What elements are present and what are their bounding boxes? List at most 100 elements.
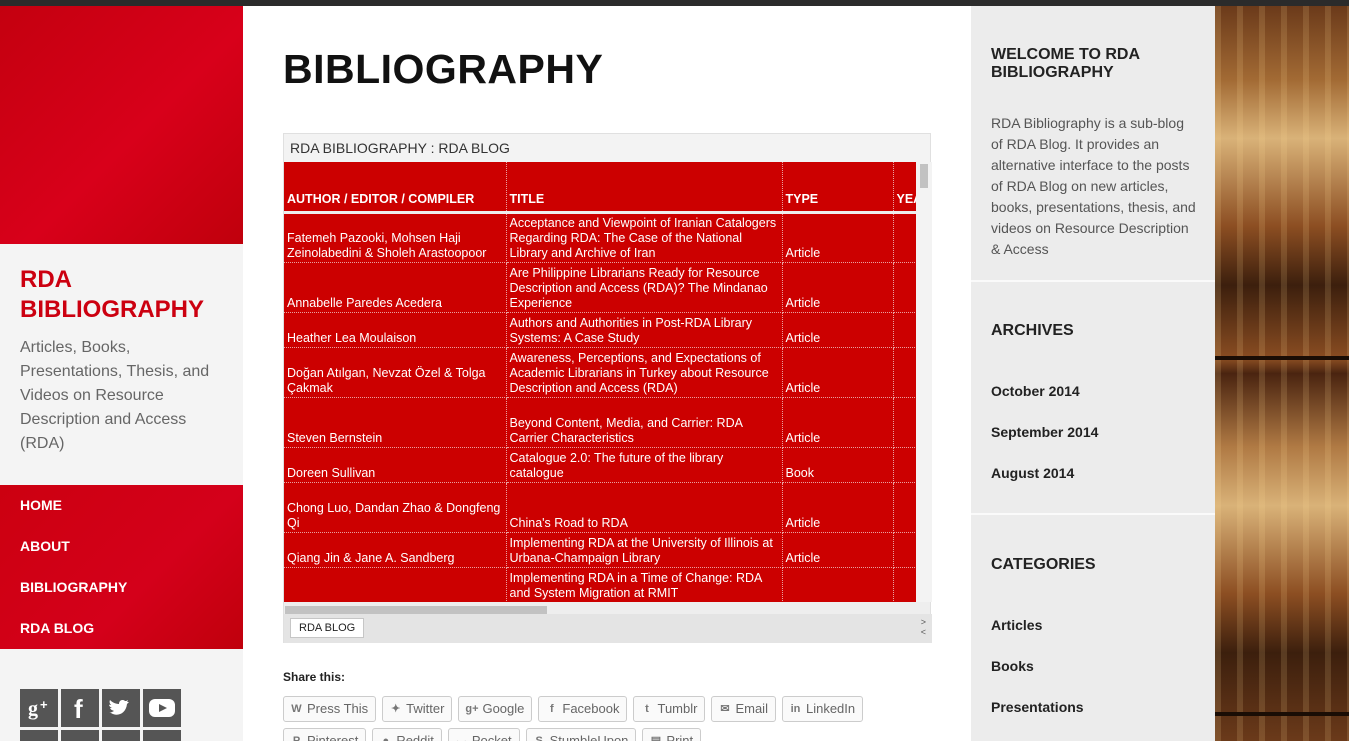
svg-text:g: g [28, 698, 38, 720]
share-button-reddit[interactable]: ● Reddit [372, 728, 442, 741]
table-row[interactable]: Fatemeh Pazooki, Mohsen Haji Zeinolabedi… [284, 212, 916, 263]
cell-year: 2014 [893, 347, 916, 398]
table-row[interactable]: Doreen Sullivan Catalogue 2.0: The future… [284, 447, 916, 483]
share-button-label: Email [735, 701, 768, 716]
archive-link[interactable]: August 2014 [991, 465, 1074, 481]
share-button-label: Pocket [471, 733, 512, 741]
share-button-stumbleupon[interactable]: S StumbleUpon [525, 728, 637, 741]
share-button-label: Twitter [406, 701, 445, 716]
share-button-google[interactable]: g+ Google [458, 696, 533, 722]
column-header-author: AUTHOR / EDITOR / COMPILER [284, 162, 507, 214]
tab-scroll-arrows[interactable]: > < [921, 617, 926, 637]
share-button-label: LinkedIn [805, 701, 856, 716]
cell-year: 2014 [893, 312, 916, 348]
photo-tile-seam [1215, 712, 1349, 716]
site-title[interactable]: RDA BIBLIOGRAPHY [20, 265, 235, 325]
vertical-scroll-thumb[interactable] [920, 164, 928, 188]
background-library-photo [1215, 6, 1349, 741]
left-sidebar: RDA BIBLIOGRAPHY Articles, Books, Presen… [0, 6, 243, 741]
svg-text:f: f [74, 695, 83, 721]
widget-divider [971, 513, 1215, 515]
social-icon-row2[interactable] [61, 730, 99, 741]
table-row[interactable]: Heather Lea Moulaison Authors and Authori… [284, 312, 916, 348]
table-row[interactable]: Implementing RDA in a Time of Change: RD… [284, 567, 916, 602]
archive-link[interactable]: October 2014 [991, 383, 1080, 399]
nav-item-bibliography[interactable]: BIBLIOGRAPHY [0, 567, 243, 608]
main-nav: HOME ABOUT BIBLIOGRAPHY RDA BLOG [0, 485, 243, 649]
page-title: BIBLIOGRAPHY [283, 46, 604, 92]
column-header-year: YEAR [893, 162, 916, 214]
cell-type: Article [782, 347, 894, 398]
cell-title: Acceptance and Viewpoint of Iranian Cata… [506, 212, 783, 263]
horizontal-scrollbar[interactable] [284, 602, 916, 614]
social-icon-row2[interactable] [20, 730, 58, 741]
cell-title: Are Philippine Librarians Ready for Reso… [506, 262, 783, 313]
twitter-icon[interactable] [102, 689, 140, 727]
wordpress-icon: W [291, 703, 302, 715]
google-plus-icon[interactable]: g + [20, 689, 58, 727]
table-row[interactable]: Steven Bernstein Beyond Content, Media, a… [284, 397, 916, 448]
cell-author: Qiang Jin & Jane A. Sandberg [284, 532, 507, 568]
cell-title: Awareness, Perceptions, and Expectations… [506, 347, 783, 398]
social-links: g + f [20, 689, 190, 741]
share-button-label: Google [482, 701, 525, 716]
social-icon-row2[interactable] [102, 730, 140, 741]
share-button-label: Reddit [396, 733, 434, 741]
sheet-tab-bar: RDA BLOG > < [284, 614, 932, 643]
share-button-print[interactable]: ▤ Print [642, 728, 702, 741]
category-link[interactable]: Presentations [991, 699, 1084, 715]
share-button-pinterest[interactable]: P Pinterest [283, 728, 367, 741]
main-content: BIBLIOGRAPHY RDA BIBLIOGRAPHY : RDA BLOG… [243, 6, 971, 741]
table-body: Fatemeh Pazooki, Mohsen Haji Zeinolabedi… [284, 212, 916, 602]
cell-type: Article [782, 397, 894, 448]
share-button-label: Print [666, 733, 694, 741]
spreadsheet-embed: RDA BIBLIOGRAPHY : RDA BLOG AUTHOR / EDI… [283, 133, 932, 643]
cell-year: 2014 [893, 532, 916, 568]
share-button-label: Pinterest [307, 733, 359, 741]
youtube-icon[interactable] [143, 689, 181, 727]
cell-year: 2014 [893, 447, 916, 483]
facebook-icon[interactable]: f [61, 689, 99, 727]
welcome-widget-title: WELCOME TO RDA BIBLIOGRAPHY [991, 46, 1140, 81]
cell-type: Article [782, 312, 894, 348]
nav-item-rda-blog[interactable]: RDA BLOG [0, 608, 243, 649]
share-label: Share this: [283, 670, 346, 684]
share-buttons-row2: P Pinterest ● Reddit ◡ Pocket S StumbleUpon ▤ Pri… [283, 728, 702, 741]
horizontal-scroll-thumb[interactable] [285, 606, 547, 614]
share-button-tumblr[interactable]: t Tumblr [633, 696, 706, 722]
social-icon-row2[interactable] [143, 730, 181, 741]
cell-year [893, 567, 916, 602]
category-link[interactable]: Articles [991, 617, 1042, 633]
cell-title: Implementing RDA at the University of Il… [506, 532, 783, 568]
share-button-twitter[interactable]: ✦ Twitter [382, 696, 453, 722]
cell-type: Article [782, 212, 894, 263]
table-row[interactable]: Chong Luo, Dandan Zhao & Dongfeng Qi Chin… [284, 482, 916, 533]
cell-author: Chong Luo, Dandan Zhao & Dongfeng Qi [284, 482, 507, 533]
share-button-email[interactable]: ✉ Email [711, 696, 776, 722]
table-row[interactable]: Doğan Atılgan, Nevzat Özel & Tolga Çakma… [284, 347, 916, 398]
cell-author: Fatemeh Pazooki, Mohsen Haji Zeinolabedi… [284, 212, 507, 263]
share-button-label: StumbleUpon [549, 733, 629, 741]
nav-item-about[interactable]: ABOUT [0, 526, 243, 567]
svg-text:+: + [40, 697, 48, 712]
email-icon: ✉ [720, 703, 730, 715]
header-banner [0, 6, 243, 244]
category-link[interactable]: Books [991, 658, 1034, 674]
archive-link[interactable]: September 2014 [991, 424, 1098, 440]
table-row[interactable]: Qiang Jin & Jane A. Sandberg Implementing… [284, 532, 916, 568]
share-button-linkedin[interactable]: in LinkedIn [781, 696, 864, 722]
spreadsheet-grid[interactable]: AUTHOR / EDITOR / COMPILER TITLE TYPE YE… [284, 162, 916, 602]
share-button-facebook[interactable]: f Facebook [538, 696, 628, 722]
spreadsheet-header: RDA BIBLIOGRAPHY : RDA BLOG [284, 134, 930, 162]
cell-author: Doğan Atılgan, Nevzat Özel & Tolga Çakma… [284, 347, 507, 398]
cell-year: 2014 [893, 397, 916, 448]
cell-year: 2014 [893, 212, 916, 263]
table-row[interactable]: Annabelle Paredes Acedera Are Philippine … [284, 262, 916, 313]
sheet-tab-rda-blog[interactable]: RDA BLOG [290, 618, 365, 638]
cell-title: Beyond Content, Media, and Carrier: RDA … [506, 397, 783, 448]
share-button-pocket[interactable]: ◡ Pocket [447, 728, 520, 741]
nav-item-home[interactable]: HOME [0, 485, 243, 526]
vertical-scrollbar[interactable] [916, 162, 932, 602]
share-button-press-this[interactable]: W Press This [283, 696, 377, 722]
cell-type [782, 567, 894, 602]
